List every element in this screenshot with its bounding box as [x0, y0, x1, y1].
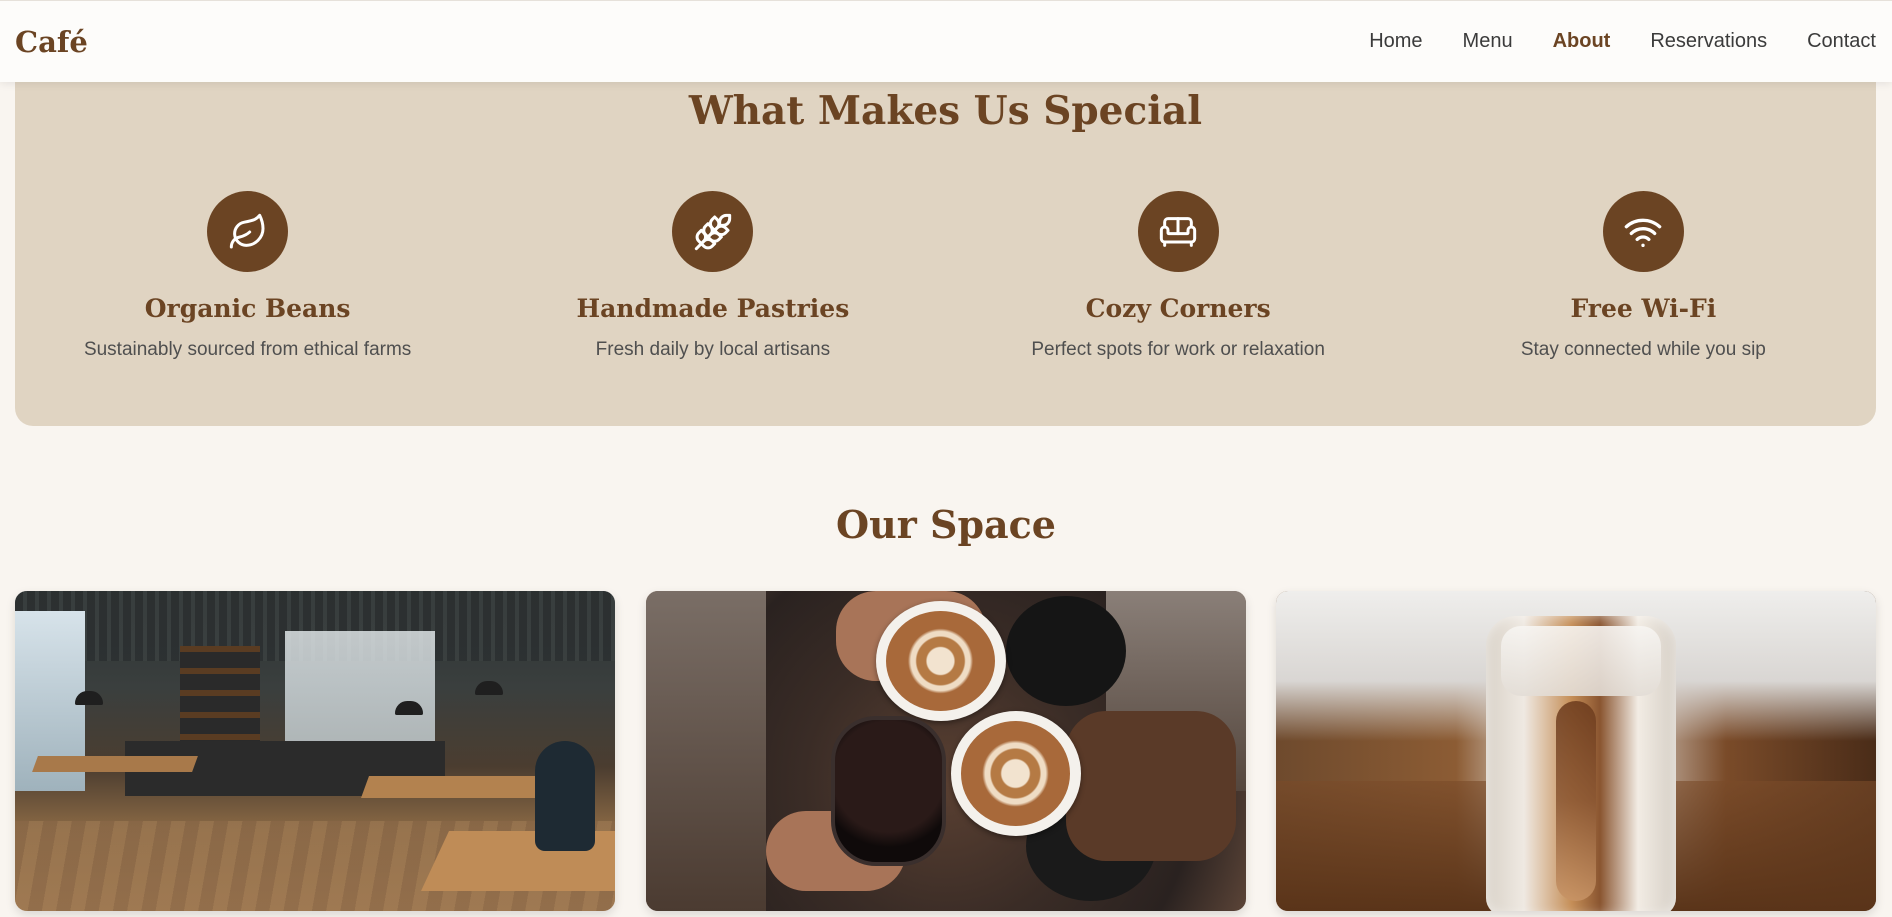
nav-links: Home Menu About Reservations Contact [1329, 30, 1876, 53]
feature-desc: Perfect spots for work or relaxation [1031, 339, 1325, 360]
cafe-interior-photo[interactable] [15, 591, 615, 911]
nav-menu-link[interactable]: Menu [1463, 30, 1513, 53]
feature-title: Handmade Pastries [576, 294, 850, 323]
navbar: Café Home Menu About Reservations Contac… [0, 0, 1892, 82]
nav-about-link[interactable]: About [1553, 30, 1611, 53]
couch-icon [1137, 191, 1219, 272]
nav-contact-link[interactable]: Contact [1807, 30, 1876, 53]
our-space-title: Our Space [836, 502, 1056, 547]
nav-home-link[interactable]: Home [1369, 30, 1422, 53]
feature-handmade-pastries: Handmade Pastries Fresh daily by local a… [480, 191, 945, 361]
feature-cozy-corners: Cozy Corners Perfect spots for work or r… [946, 191, 1411, 361]
site-logo[interactable]: Café [15, 25, 88, 59]
feature-desc: Fresh daily by local artisans [595, 339, 831, 360]
feature-organic-beans: Organic Beans Sustainably sourced from e… [15, 191, 480, 361]
coffee-cheers-photo[interactable] [645, 591, 1246, 911]
feature-title: Free Wi-Fi [1570, 294, 1717, 323]
feature-desc: Stay connected while you sip [1520, 339, 1766, 360]
special-section: What Makes Us Special Organic Beans Sust… [15, 60, 1876, 426]
feature-title: Cozy Corners [1085, 294, 1271, 323]
wifi-icon [1602, 191, 1684, 272]
feature-title: Organic Beans [144, 294, 351, 323]
wheat-icon [672, 191, 754, 272]
leaf-icon [207, 191, 289, 272]
iced-latte-photo[interactable] [1276, 591, 1876, 911]
nav-reservations-link[interactable]: Reservations [1650, 30, 1767, 53]
feature-free-wifi: Free Wi-Fi Stay connected while you sip [1411, 191, 1876, 361]
feature-desc: Sustainably sourced from ethical farms [83, 339, 412, 360]
features-list: Organic Beans Sustainably sourced from e… [15, 191, 1876, 361]
special-title: What Makes Us Special [688, 88, 1203, 134]
space-gallery [15, 591, 1876, 911]
